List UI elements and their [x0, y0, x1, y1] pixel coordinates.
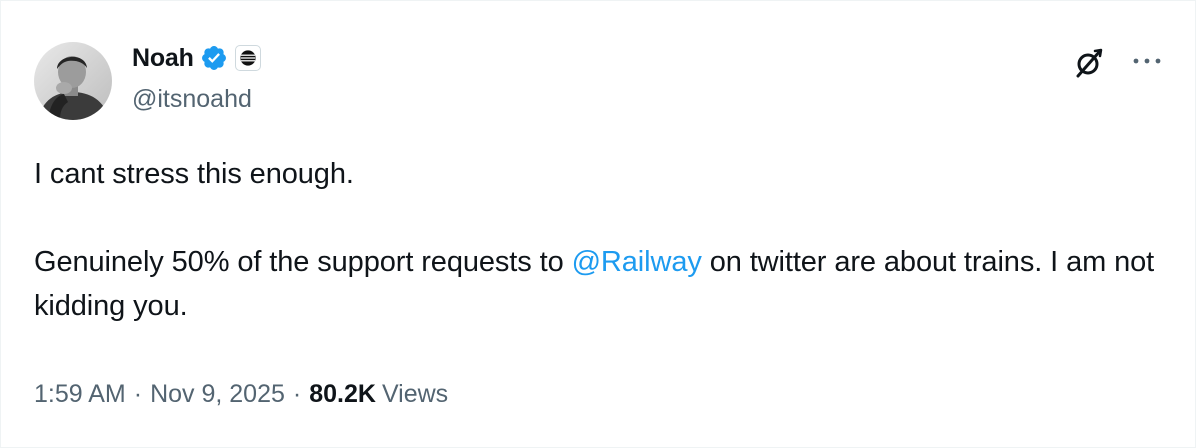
tweet-card: Noah @itsnoahd I cant stress this enough…	[0, 0, 1196, 448]
tweet-text-prefix: Genuinely 50% of the support requests to	[34, 246, 572, 278]
tweet-text-paragraph-2: Genuinely 50% of the support requests to…	[34, 240, 1174, 328]
railway-logo-icon[interactable]	[234, 45, 261, 71]
tweet-text: I cant stress this enough. Genuinely 50%…	[34, 152, 1174, 328]
grok-icon[interactable]	[1069, 43, 1109, 83]
author-line: Noah	[132, 41, 261, 75]
meta-separator: ·	[133, 380, 143, 408]
verified-badge-icon	[200, 44, 228, 72]
author-handle[interactable]: @itsnoahd	[132, 83, 252, 115]
views-count[interactable]: 80.2K	[309, 377, 376, 411]
tweet-date: Nov 9, 2025	[150, 380, 285, 408]
avatar[interactable]	[34, 42, 112, 120]
author-name[interactable]: Noah	[132, 41, 194, 75]
views-label: Views	[381, 380, 449, 408]
tweet-text-line-1: I cant stress this enough.	[34, 158, 354, 190]
tweet-time: 1:59 AM	[34, 380, 126, 408]
mention-link[interactable]: @Railway	[572, 246, 702, 278]
timestamp-link[interactable]: 1:59 AM · Nov 9, 2025	[34, 377, 285, 411]
avatar-photo	[34, 42, 112, 120]
more-icon[interactable]	[1127, 43, 1167, 79]
tweet-meta: 1:59 AM · Nov 9, 2025 · 80.2K Views	[34, 377, 448, 411]
meta-separator: ·	[292, 380, 302, 408]
